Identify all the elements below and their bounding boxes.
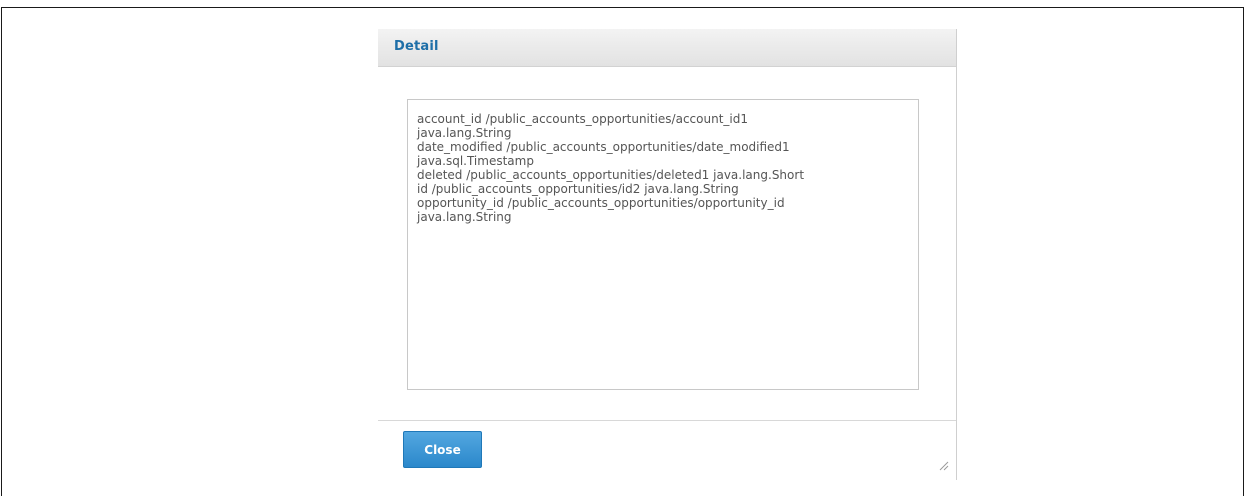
dialog-footer: Close	[378, 420, 956, 481]
detail-textarea[interactable]: account_id /public_accounts_opportunitie…	[407, 99, 919, 390]
dialog-header[interactable]: Detail	[378, 29, 956, 67]
resize-grip-icon[interactable]	[937, 458, 949, 471]
detail-dialog: Detail account_id /public_accounts_oppor…	[378, 29, 957, 480]
dialog-title: Detail	[394, 39, 439, 54]
close-button[interactable]: Close	[403, 431, 482, 468]
